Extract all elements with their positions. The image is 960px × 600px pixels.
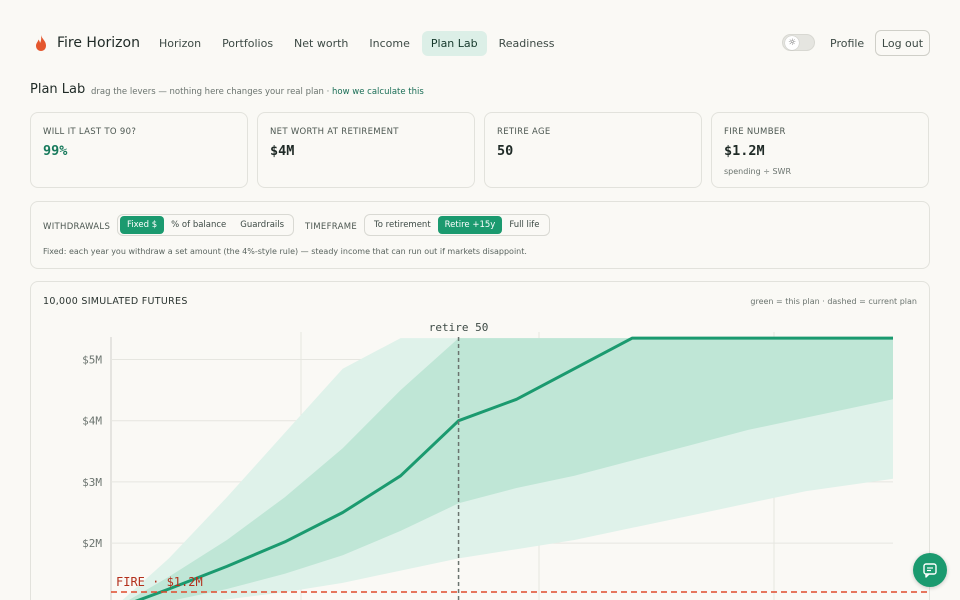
logout-button[interactable]: Log out [875, 30, 930, 56]
withdrawal-description: Fixed: each year you withdraw a set amou… [43, 247, 527, 256]
simulation-chart: retire 50 FIRE · $1.2M $1M$2M$3M$4M$5M [82, 321, 929, 600]
brand[interactable]: Fire Horizon [33, 34, 140, 52]
stat-value: $1.2M [724, 143, 765, 159]
stat-label: FIRE NUMBER [724, 127, 786, 137]
y-tick-label: $2M [82, 537, 102, 550]
stat-label: RETIRE AGE [497, 127, 551, 137]
stat-label: NET WORTH AT RETIREMENT [270, 127, 399, 137]
stat-value: 50 [497, 143, 514, 159]
timeframe-to-retirement-option[interactable]: To retirement [367, 216, 438, 234]
theme-toggle[interactable]: ☼ [782, 34, 815, 51]
timeframe-label: TIMEFRAME [305, 222, 358, 232]
stat-card-net-worth-at-retirement: NET WORTH AT RETIREMENT $4M [257, 112, 475, 188]
withdrawal-fixed-option[interactable]: Fixed $ [120, 216, 165, 234]
y-tick-label: $4M [82, 415, 102, 428]
nav-portfolios[interactable]: Portfolios [213, 31, 282, 56]
how-we-calculate-link[interactable]: how we calculate this [332, 87, 424, 97]
stat-value: $4M [270, 143, 295, 159]
timeframe-retire-15y-option[interactable]: Retire +15y [437, 216, 503, 234]
page-subtitle-text: drag the levers — nothing here changes y… [91, 87, 333, 97]
withdrawals-label: WITHDRAWALS [43, 222, 111, 232]
stat-card-retire-age: RETIRE AGE 50 [484, 112, 702, 188]
y-tick-label: $3M [82, 476, 102, 489]
page-title: Plan Lab [30, 82, 86, 97]
fire-label: FIRE · $1.2M [116, 575, 203, 589]
stat-card-last-to-90: WILL IT LAST TO 90? 99% [30, 112, 248, 188]
nav-horizon[interactable]: Horizon [150, 31, 210, 56]
retire-marker-label: retire 50 [429, 321, 489, 334]
timeframe-full-life-option[interactable]: Full life [502, 216, 546, 234]
chat-icon [923, 563, 937, 578]
withdrawal-percent-option[interactable]: % of balance [164, 216, 233, 234]
nav-net-worth[interactable]: Net worth [285, 31, 357, 56]
brand-name: Fire Horizon [57, 35, 140, 51]
sun-icon: ☼ [785, 36, 799, 50]
page-subtitle: drag the levers — nothing here changes y… [91, 87, 424, 97]
withdrawal-guardrails-option[interactable]: Guardrails [233, 216, 291, 234]
stat-note: spending ÷ SWR [724, 167, 792, 176]
main-nav: Horizon Portfolios Net worth Income Plan… [150, 31, 567, 56]
profile-link[interactable]: Profile [830, 37, 864, 50]
stat-value: 99% [43, 143, 68, 159]
stat-label: WILL IT LAST TO 90? [43, 127, 137, 137]
top-bar: Fire Horizon Horizon Portfolios Net wort… [0, 0, 960, 86]
plan-controls: WITHDRAWALS Fixed $ % of balance Guardra… [30, 201, 930, 269]
withdrawals-segmented: Fixed $ % of balance Guardrails [117, 214, 295, 236]
nav-readiness[interactable]: Readiness [490, 31, 564, 56]
nav-plan-lab[interactable]: Plan Lab [421, 31, 487, 56]
timeframe-segmented: To retirement Retire +15y Full life [364, 214, 550, 236]
nav-income[interactable]: Income [360, 31, 418, 56]
flame-icon [36, 35, 46, 51]
stat-card-fire-number: FIRE NUMBER $1.2M spending ÷ SWR [711, 112, 929, 188]
y-tick-label: $5M [82, 354, 102, 367]
simulation-chart-card: 10,000 SIMULATED FUTURES green = this pl… [30, 281, 930, 600]
chat-button[interactable] [913, 553, 947, 587]
